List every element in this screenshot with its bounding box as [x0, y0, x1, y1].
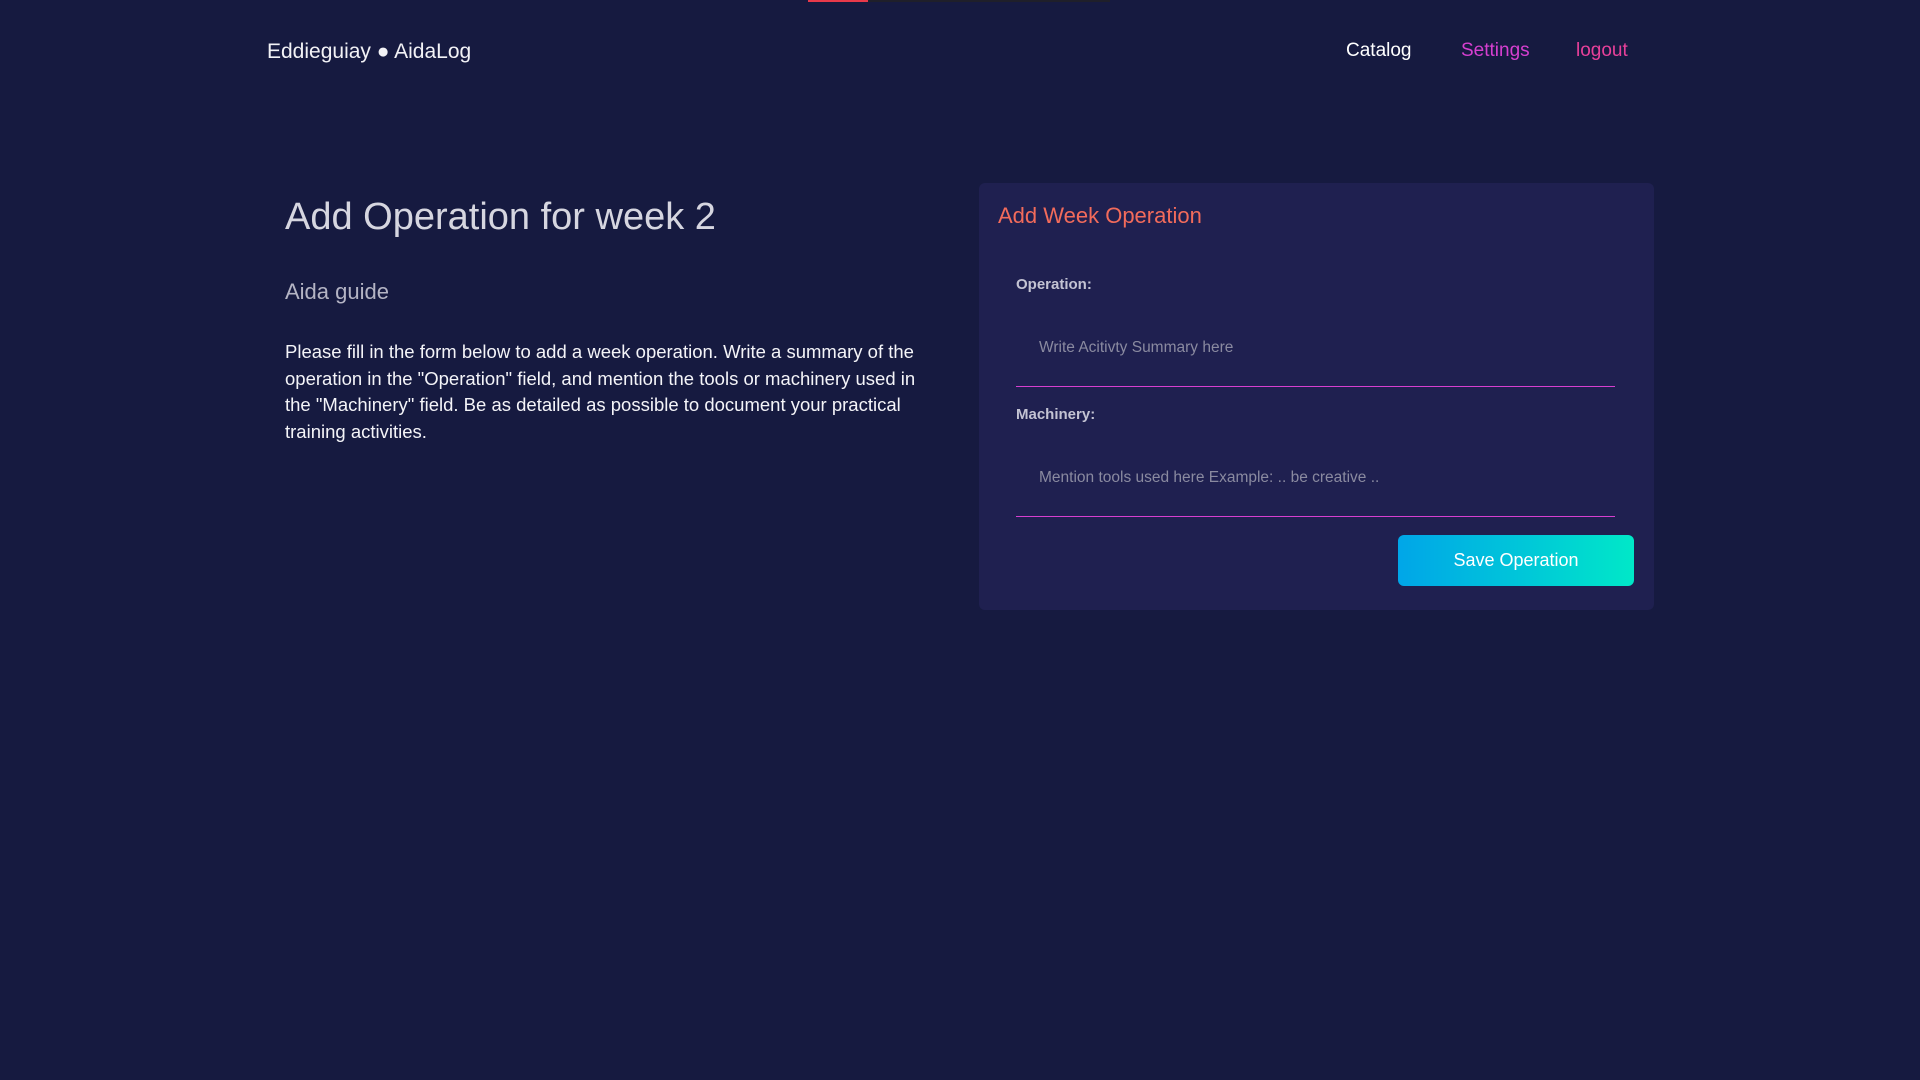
save-operation-button[interactable]: Save Operation — [1398, 535, 1634, 586]
machinery-label: Machinery: — [1016, 406, 1096, 423]
add-operation-form: Add Week Operation Operation: Machinery:… — [979, 183, 1654, 610]
guide-description: Please fill in the form below to add a w… — [285, 341, 916, 442]
brand-logo[interactable]: Eddieguiay ● AidaLog — [267, 40, 471, 64]
form-title: Add Week Operation — [998, 203, 1202, 228]
loading-bar-fill — [808, 0, 869, 2]
operation-label: Operation: — [1016, 276, 1092, 293]
operation-input[interactable] — [1016, 319, 1615, 387]
nav-settings[interactable]: Settings — [1461, 40, 1530, 62]
page-loading-bar — [808, 0, 1110, 2]
nav-logout[interactable]: logout — [1576, 40, 1628, 62]
page-title: Add Operation for week 2 — [285, 196, 716, 238]
machinery-input[interactable] — [1016, 449, 1615, 517]
nav-catalog[interactable]: Catalog — [1346, 40, 1412, 62]
guide-heading: Aida guide — [285, 279, 389, 304]
